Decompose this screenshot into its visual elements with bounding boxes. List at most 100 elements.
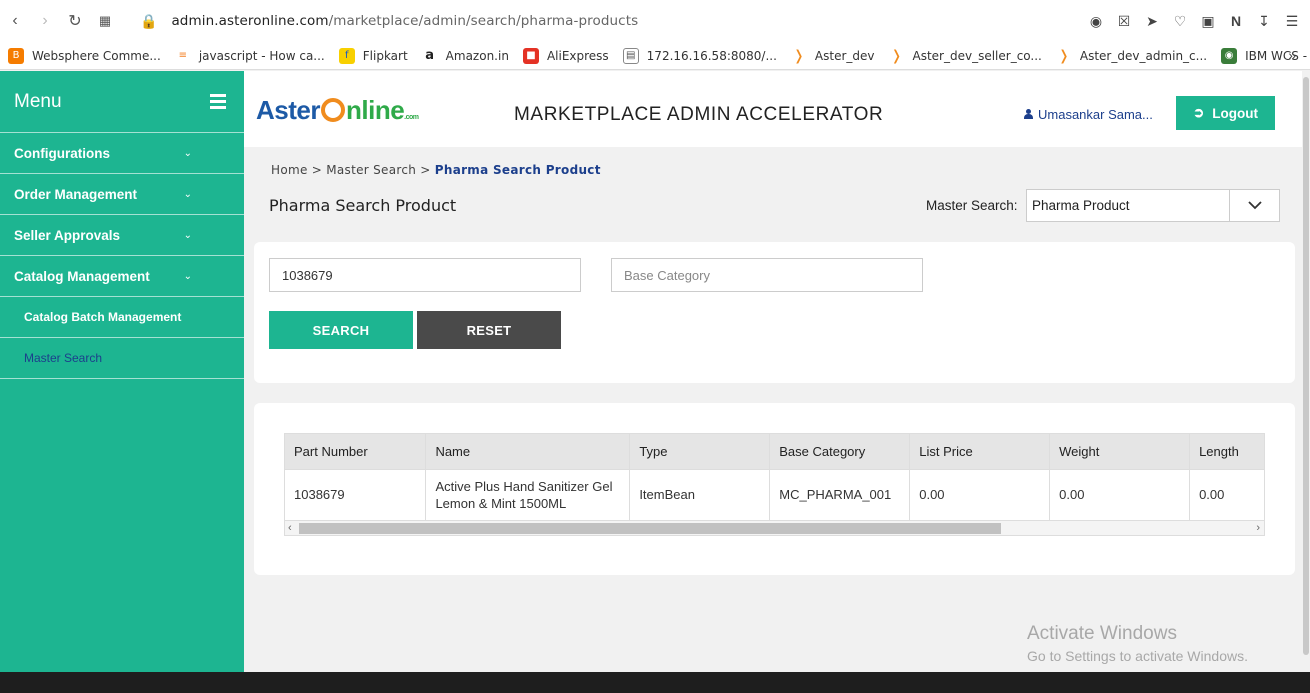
download-icon[interactable]: ↧ (1254, 8, 1274, 34)
breadcrumb: Home > Master Search > Pharma Search Pro… (271, 163, 601, 177)
scroll-right-icon[interactable]: › (1256, 521, 1260, 535)
cell-name: Active Plus Hand Sanitizer Gel Lemon & M… (425, 468, 631, 520)
logo-suffix: .com (404, 114, 419, 121)
horizontal-scrollbar[interactable]: ‹ › (285, 520, 1264, 535)
url-path: /marketplace/admin/search/pharma-product… (328, 13, 639, 29)
cell-type: ItemBean (629, 468, 771, 520)
results-table-container: Part Number Name Type Base Category List… (284, 433, 1265, 536)
breadcrumb-separator: > (307, 163, 327, 177)
sidebar-item-order-management[interactable]: Order Management ⌄ (0, 174, 244, 215)
amazon-icon: a (425, 48, 435, 63)
column-header-length[interactable]: Length (1189, 434, 1264, 469)
vertical-scrollbar[interactable] (1302, 71, 1310, 672)
bookmark-item[interactable]: f Flipkart (338, 47, 408, 64)
reload-icon[interactable]: ↻ (60, 6, 90, 36)
bookmark-item[interactable]: ❭ Aster_dev_seller_co... (889, 48, 1042, 64)
bookmarks-bar: B Websphere Comme... ≡ javascript - How ca… (0, 42, 1310, 70)
logo-o-icon (320, 98, 345, 122)
table-header-row: Part Number Name Type Base Category List… (285, 434, 1264, 469)
part-number-input[interactable]: 1038679 (269, 258, 581, 292)
chevron-down-icon: ⌄ (183, 147, 192, 159)
tabs-grid-icon[interactable]: ▦ (90, 6, 120, 36)
user-menu[interactable]: Umasankar Sama... (1024, 107, 1153, 122)
table-row[interactable]: 1038679 Active Plus Hand Sanitizer Gel L… (285, 468, 1264, 520)
bookmark-item[interactable]: ≡ javascript - How ca... (175, 48, 325, 64)
bookmark-item[interactable]: B Websphere Comme... (8, 47, 161, 64)
user-icon (1024, 109, 1033, 119)
column-header-name[interactable]: Name (425, 434, 631, 469)
bookmark-label: Aster_dev_seller_co... (912, 48, 1042, 63)
aster-icon: ❭ (890, 47, 903, 64)
reset-button[interactable]: RESET (417, 311, 561, 349)
address-bar[interactable]: admin.asteronline.com/marketplace/admin/… (171, 13, 638, 29)
menu-header: Menu (0, 71, 244, 133)
master-search-label: Master Search: (926, 198, 1018, 213)
aster-online-logo[interactable]: Aster nline.com (256, 95, 419, 126)
ibm-icon: ◉ (1221, 47, 1238, 64)
bookmark-label: IBM WCS - Promoti... (1245, 48, 1310, 63)
app-header: Aster nline.com MARKETPLACE ADMIN ACCELER… (244, 71, 1302, 147)
shield-icon[interactable]: ☒ (1114, 8, 1134, 34)
app-title: MARKETPLACE ADMIN ACCELERATOR (514, 104, 884, 125)
scrollbar-thumb[interactable] (299, 523, 1001, 534)
sidebar-item-configurations[interactable]: Configurations ⌄ (0, 133, 244, 174)
cell-weight: 0.00 (1049, 468, 1191, 520)
watermark-title: Activate Windows (1027, 623, 1177, 644)
column-header-list-price[interactable]: List Price (909, 434, 1051, 469)
master-search-select[interactable]: Pharma Product (1026, 189, 1280, 222)
cell-base-category: MC_PHARMA_001 (769, 468, 911, 520)
scrollbar-thumb[interactable] (1303, 77, 1309, 655)
bookmark-label: AliExpress (546, 48, 609, 63)
breadcrumb-master-search[interactable]: Master Search (326, 163, 416, 177)
base-category-input[interactable]: Base Category (611, 258, 923, 292)
sidebar-subitem-master-search[interactable]: Master Search (0, 338, 244, 379)
user-name: Umasankar Sama... (1038, 107, 1153, 122)
aster-icon: ❭ (1058, 47, 1070, 64)
column-header-base-category[interactable]: Base Category (769, 434, 911, 469)
sidebar-item-label: Seller Approvals (14, 227, 121, 243)
bookmark-label: javascript - How ca... (198, 48, 325, 63)
search-button[interactable]: SEARCH (269, 311, 413, 349)
sidebar: Menu Configurations ⌄ Order Management ⌄ S… (0, 71, 244, 672)
more-bookmarks-icon[interactable]: » (1288, 47, 1296, 63)
back-icon[interactable]: ‹ (0, 6, 30, 36)
breadcrumb-separator: > (416, 163, 435, 177)
column-header-weight[interactable]: Weight (1049, 434, 1191, 469)
sidebar-subitem-catalog-batch-management[interactable]: Catalog Batch Management (0, 297, 244, 338)
column-header-part-number[interactable]: Part Number (285, 434, 427, 469)
stackoverflow-icon: ≡ (178, 50, 187, 61)
camera-icon[interactable]: ◉ (1086, 8, 1106, 34)
bookmark-item[interactable]: ▤ 172.16.16.58:8080/... (622, 47, 777, 64)
windows-activation-watermark: Activate Windows Go to Settings to activ… (1027, 623, 1248, 664)
page-icon: ▤ (622, 47, 639, 64)
watermark-subtitle: Go to Settings to activate Windows. (1027, 648, 1248, 664)
bookmark-item[interactable]: ◉ IBM WCS - Promoti... (1221, 47, 1310, 64)
chevron-down-icon: ⌄ (183, 229, 192, 241)
logout-icon: ➲ (1192, 105, 1205, 120)
bookmark-item[interactable]: a Amazon.in (422, 48, 509, 64)
bookmark-label: Aster_dev (814, 48, 875, 63)
results-table: Part Number Name Type Base Category List… (285, 434, 1264, 520)
sidebar-subitem-label: Catalog Batch Management (24, 310, 182, 324)
bookmark-label: Aster_dev_admin_c... (1079, 48, 1208, 63)
notion-icon[interactable]: N (1226, 8, 1246, 34)
scroll-left-icon[interactable]: ‹ (288, 521, 292, 535)
extension-icon[interactable]: ▣ (1198, 8, 1218, 34)
chevron-down-icon[interactable] (1229, 190, 1279, 221)
sidebar-item-seller-approvals[interactable]: Seller Approvals ⌄ (0, 215, 244, 256)
column-header-type[interactable]: Type (629, 434, 771, 469)
bookmark-item[interactable]: ❭ Aster_dev (791, 47, 875, 64)
aster-icon: ❭ (793, 47, 805, 64)
bookmark-item[interactable]: ■ AliExpress (522, 47, 609, 64)
bookmark-item[interactable]: ❭ Aster_dev_admin_c... (1056, 48, 1207, 64)
send-icon[interactable]: ➤ (1142, 8, 1162, 34)
hamburger-icon[interactable] (210, 94, 226, 109)
menu-icon[interactable]: ☰ (1282, 8, 1302, 34)
logout-label: Logout (1212, 105, 1259, 121)
forward-icon[interactable]: › (30, 6, 60, 36)
heart-icon[interactable]: ♡ (1170, 8, 1190, 34)
logout-button[interactable]: ➲ Logout (1176, 96, 1275, 130)
breadcrumb-home[interactable]: Home (271, 163, 308, 177)
bookmark-label: Flipkart (362, 48, 408, 63)
sidebar-item-catalog-management[interactable]: Catalog Management ⌄ (0, 256, 244, 297)
